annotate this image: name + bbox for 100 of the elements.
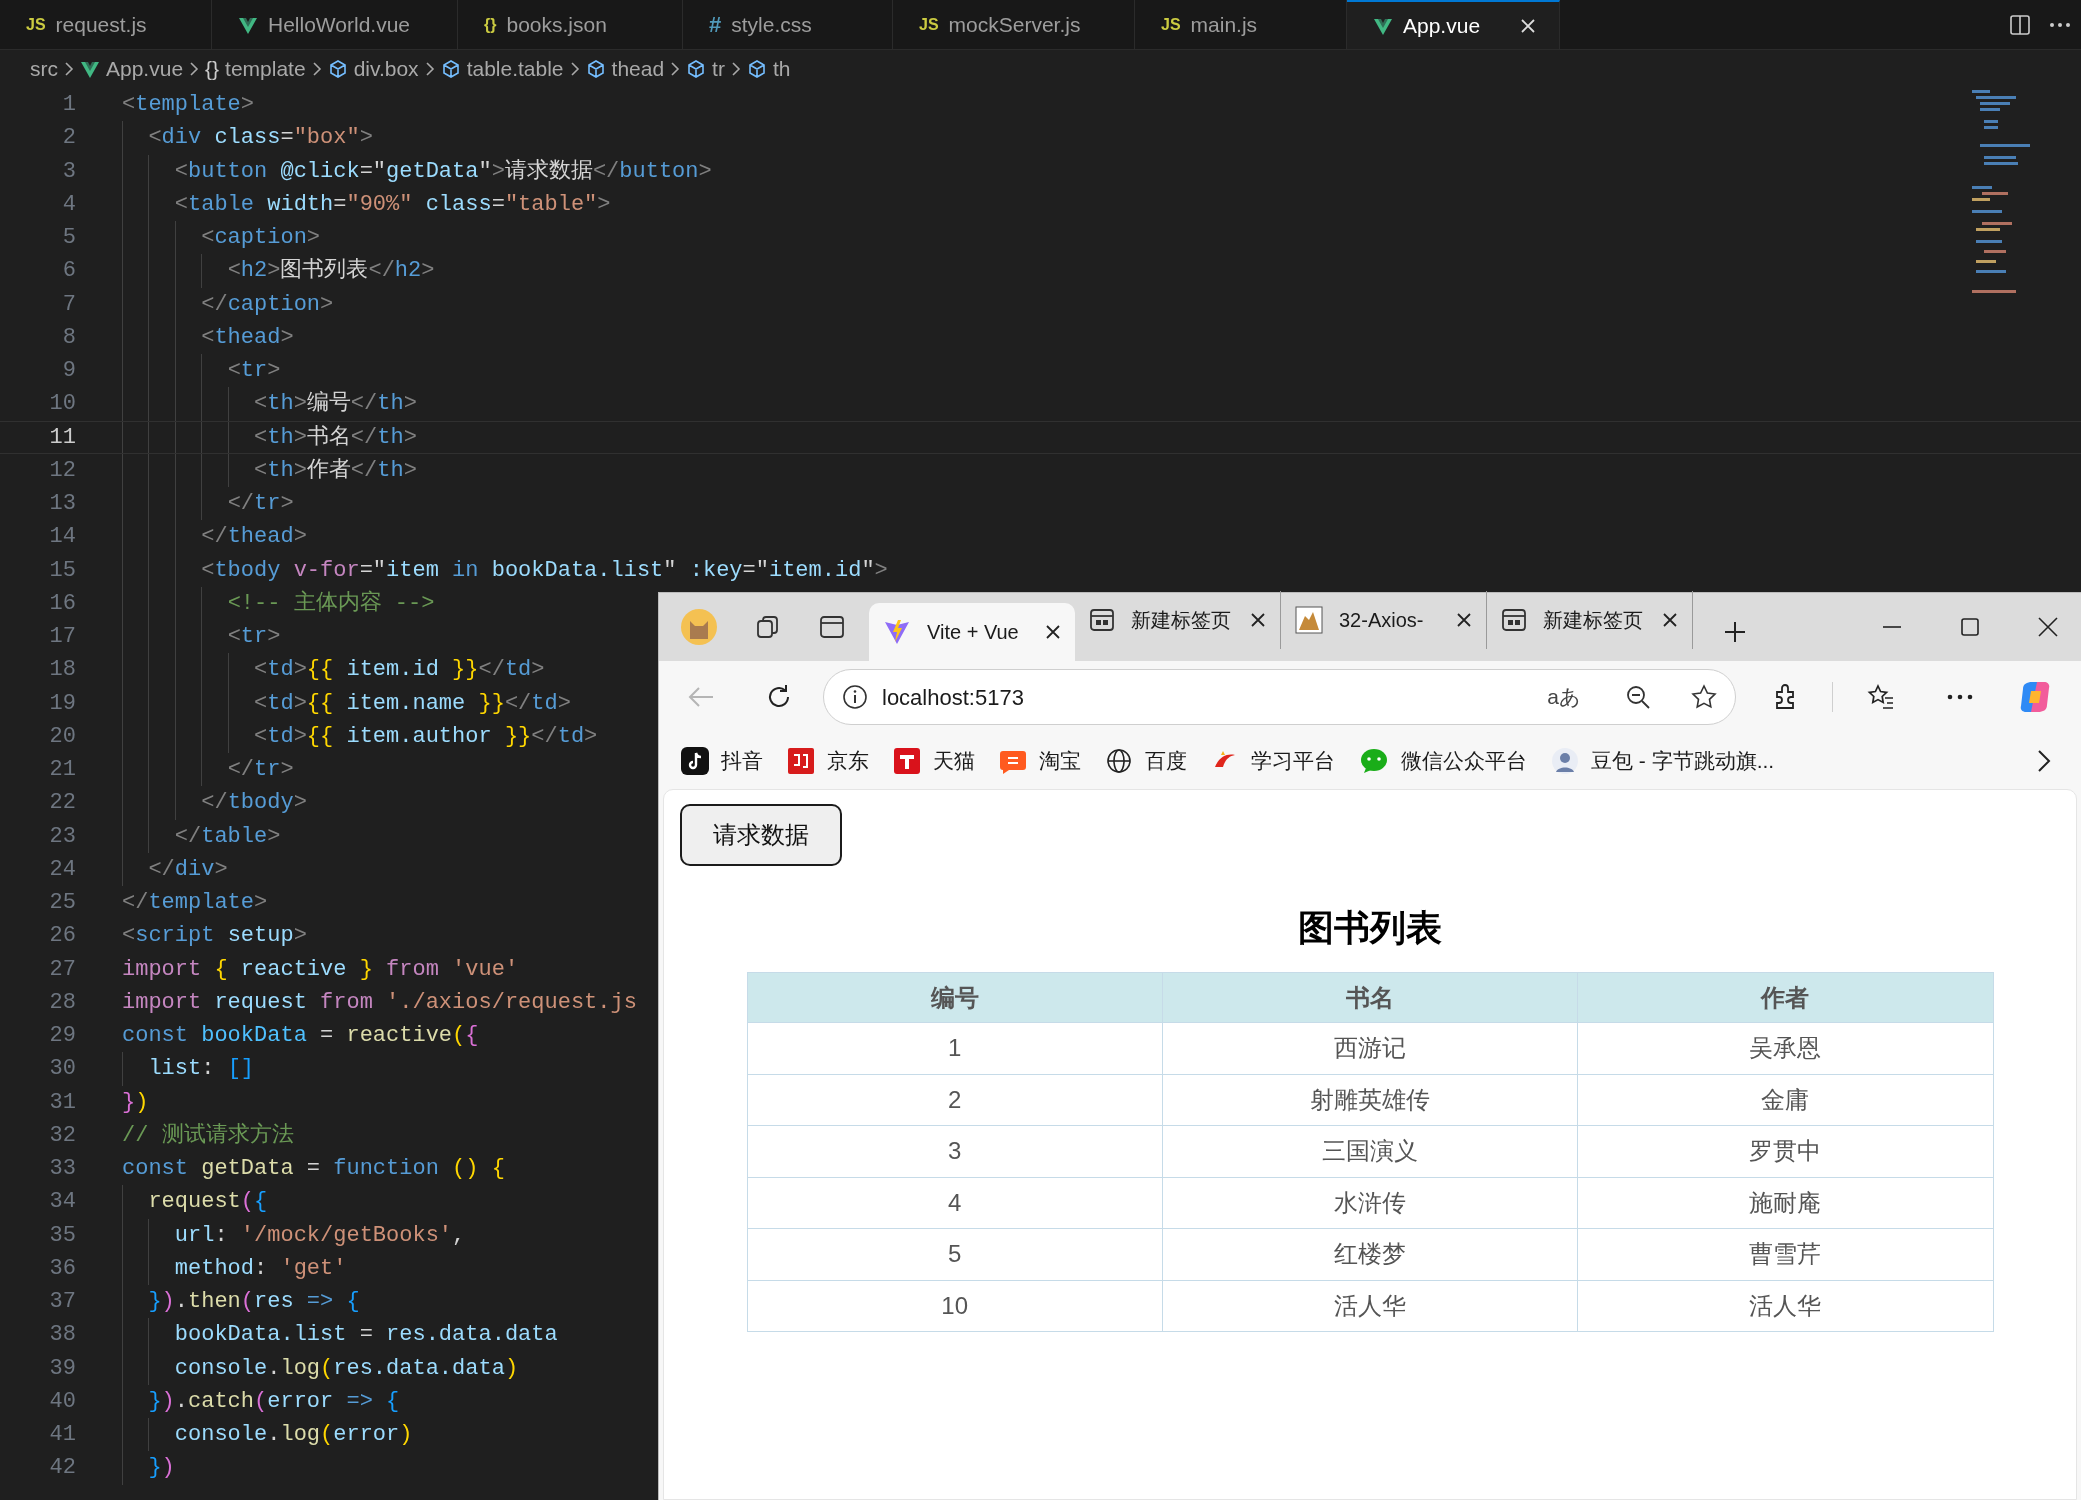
table-cell: 3 xyxy=(747,1125,1163,1177)
maximize-icon[interactable] xyxy=(1959,616,1981,638)
table-cell: 罗贯中 xyxy=(1577,1125,1993,1177)
editor-tab[interactable]: # style.css xyxy=(683,0,893,49)
close-icon[interactable] xyxy=(1519,16,1537,35)
code-line: </div> xyxy=(148,855,228,884)
bookmark-item[interactable]: 微信公众平台 xyxy=(1351,741,1535,781)
vite-icon xyxy=(883,618,911,646)
table-cell: 射雕英雄传 xyxy=(1162,1074,1578,1126)
code-line: <td>{{ item.author }}</td> xyxy=(254,722,598,751)
browser-tab[interactable]: 新建标签页 xyxy=(1075,591,1281,649)
favorites-icon[interactable] xyxy=(1867,683,1895,711)
code-line: import { reactive } from 'vue' xyxy=(122,955,519,984)
bookmark-item[interactable]: 百度 xyxy=(1097,741,1195,781)
close-icon[interactable] xyxy=(1045,624,1061,640)
cat-icon xyxy=(1295,606,1323,634)
close-icon[interactable] xyxy=(1662,612,1678,628)
breadcrumb-item[interactable]: template xyxy=(225,53,306,85)
line-number: 32 xyxy=(48,1121,76,1150)
browser-tab[interactable]: 新建标签页 xyxy=(1487,591,1693,649)
globe-icon xyxy=(1105,747,1133,775)
logo-tile-icon xyxy=(893,747,921,775)
bookmark-item[interactable]: 淘宝 xyxy=(991,741,1089,781)
close-icon[interactable] xyxy=(2037,616,2059,638)
breadcrumb-item[interactable]: table.table xyxy=(466,53,564,85)
line-number: 15 xyxy=(48,556,76,585)
code-line: <td>{{ item.name }}</td> xyxy=(254,689,571,718)
line-number: 25 xyxy=(48,889,76,918)
table-cell: 2 xyxy=(747,1074,1163,1126)
line-number: 39 xyxy=(48,1354,76,1383)
bookmark-item[interactable]: 学习平台 xyxy=(1203,741,1343,781)
vertical-tabs-icon[interactable] xyxy=(819,615,845,639)
braces-icon: {} xyxy=(205,53,220,85)
line-number: 3 xyxy=(61,157,76,186)
table-cell: 三国演义 xyxy=(1162,1125,1578,1177)
chevron-right-icon[interactable] xyxy=(2037,749,2051,773)
editor-tab[interactable]: JS request.js xyxy=(0,0,212,49)
address-bar[interactable]: localhost:5173 aあ xyxy=(823,669,1736,725)
bookmark-item[interactable]: 天猫 xyxy=(885,741,983,781)
new-tab-plus-icon[interactable] xyxy=(1723,620,1747,644)
chevron-icon xyxy=(569,61,580,77)
editor-tab[interactable]: App.vue xyxy=(1347,0,1560,49)
editor-tab[interactable]: {} books.json xyxy=(458,0,683,49)
code-line: bookData.list = res.data.data xyxy=(174,1321,558,1350)
file-type-icon: # xyxy=(709,8,722,41)
breadcrumb-item[interactable]: tr xyxy=(712,53,725,85)
code-line: console.log(error) xyxy=(174,1421,413,1450)
browser-tab[interactable]: 32-Axios- xyxy=(1281,591,1487,649)
line-number: 24 xyxy=(48,855,76,884)
line-number: 23 xyxy=(48,822,76,851)
column-header: 编号 xyxy=(747,972,1163,1023)
chevron-icon xyxy=(311,61,322,77)
read-aloud-icon[interactable]: aあ xyxy=(1547,681,1581,713)
code-line: }) xyxy=(122,1088,149,1117)
line-number: 9 xyxy=(61,357,76,386)
line-number: 27 xyxy=(48,955,76,984)
code-line: }) xyxy=(148,1454,175,1483)
table-cell: 活人华 xyxy=(1577,1280,1993,1332)
workspaces-icon[interactable] xyxy=(755,614,781,640)
avatar-icon xyxy=(1551,747,1579,775)
line-number: 10 xyxy=(48,390,76,419)
breadcrumb-item[interactable]: thead xyxy=(611,53,665,85)
code-line: </tbody> xyxy=(201,789,307,818)
bookmark-item[interactable]: 豆包 - 字节跳动旗... xyxy=(1543,741,1783,781)
split-editor-icon[interactable] xyxy=(2009,13,2031,36)
chat-bubble-icon xyxy=(1359,747,1389,775)
code-line: console.log(res.data.data) xyxy=(174,1354,519,1383)
more-icon[interactable] xyxy=(2049,21,2071,28)
line-number: 22 xyxy=(48,789,76,818)
star-icon[interactable] xyxy=(1691,684,1717,710)
line-number: 1 xyxy=(61,91,76,120)
code-line: list: [] xyxy=(148,1055,255,1084)
editor-tab[interactable]: JS mockServer.js xyxy=(893,0,1135,49)
code-line: </caption> xyxy=(201,290,334,319)
breadcrumb-item[interactable]: App.vue xyxy=(106,53,184,85)
line-number: 8 xyxy=(61,323,76,352)
line-number: 7 xyxy=(61,290,76,319)
browser-tab[interactable]: Vite + Vue xyxy=(869,603,1075,661)
code-line: // 测试请求方法 xyxy=(122,1121,294,1150)
line-number: 31 xyxy=(48,1088,76,1117)
logo-tile-icon xyxy=(787,747,815,775)
file-type-icon: JS xyxy=(1161,12,1181,37)
line-number: 18 xyxy=(48,656,76,685)
close-icon[interactable] xyxy=(1250,612,1266,628)
bookmark-item[interactable]: 抖音 xyxy=(673,741,771,781)
profile-avatar-icon[interactable] xyxy=(681,609,717,645)
close-icon[interactable] xyxy=(1456,612,1472,628)
request-data-button[interactable]: 请求数据 xyxy=(680,804,842,866)
zoom-out-icon[interactable] xyxy=(1625,684,1651,710)
info-icon[interactable] xyxy=(842,684,868,710)
code-line: <script setup> xyxy=(122,922,307,951)
editor-tab[interactable]: HelloWorld.vue xyxy=(212,0,458,49)
table-cell: 1 xyxy=(747,1022,1163,1074)
bookmark-item[interactable]: 京东 xyxy=(779,741,877,781)
line-number: 4 xyxy=(61,190,76,219)
line-number: 40 xyxy=(48,1387,76,1416)
breadcrumb-item[interactable]: th xyxy=(772,53,791,85)
more-icon[interactable] xyxy=(1947,694,1973,700)
breadcrumb-item[interactable]: src xyxy=(30,53,58,85)
breadcrumb-item[interactable]: div.box xyxy=(353,53,419,85)
